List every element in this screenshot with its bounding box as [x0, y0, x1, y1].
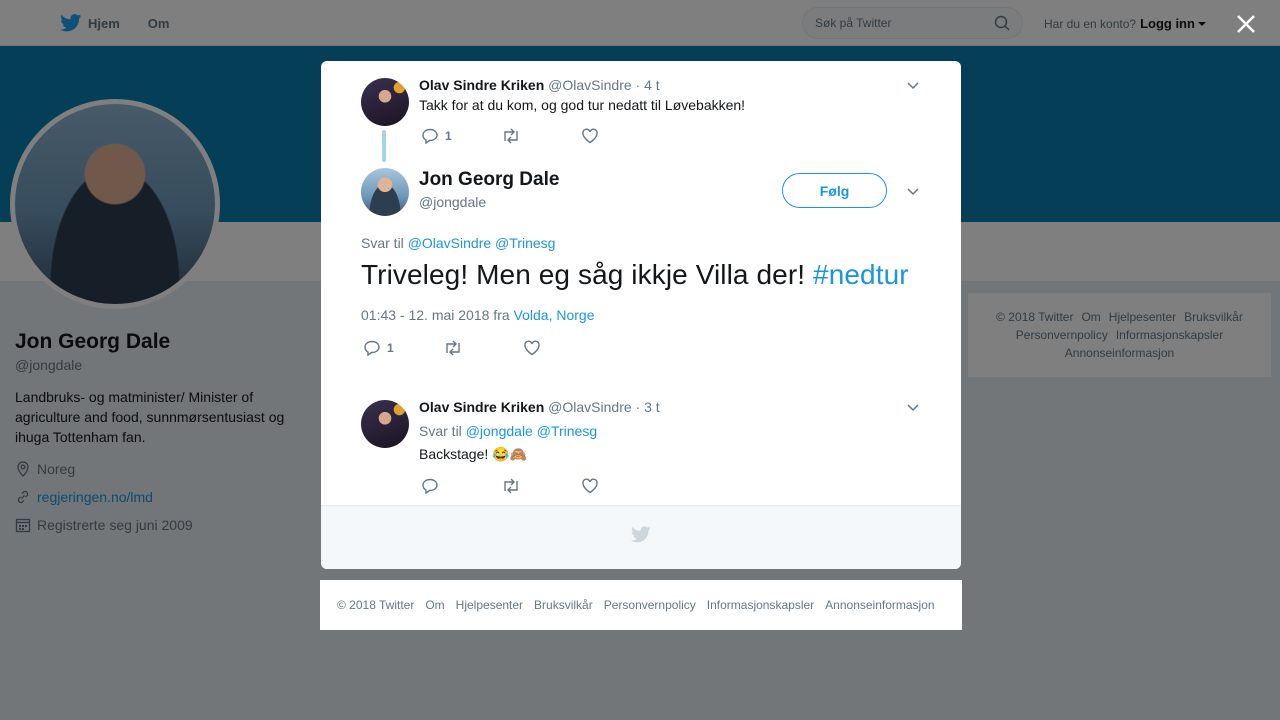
main-tweet-body: Triveleg! Men eg såg ikkje Villa der!: [361, 259, 806, 290]
avatar[interactable]: [361, 168, 409, 216]
chevron-down-icon[interactable]: [906, 400, 920, 414]
reply-icon: [422, 128, 438, 145]
footer-link[interactable]: Hjelpesenter: [456, 598, 523, 612]
reply-context: Svar til @OlavSindre @Trinesg: [361, 235, 555, 251]
chevron-down-icon[interactable]: [906, 78, 920, 92]
reply-tweet-text: Backstage! 😂🙈: [419, 446, 528, 462]
mention-link[interactable]: @Trinesg: [537, 423, 597, 439]
tweet-timestamp: 01:43 - 12. mai 2018 fra: [361, 307, 510, 323]
tweet-time[interactable]: · 3 t: [636, 399, 660, 415]
tweet-location[interactable]: Volda, Norge: [514, 307, 595, 323]
reply-prefix: Svar til: [419, 423, 462, 439]
retweet-icon: [504, 478, 518, 494]
footer-link[interactable]: Bruksvilkår: [534, 598, 593, 612]
thread-connector: [382, 130, 386, 162]
modal-bottom-footer: © 2018 Twitter Om Hjelpesenter Bruksvilk…: [320, 580, 962, 630]
retweet-button[interactable]: [501, 477, 581, 495]
mention-link[interactable]: @OlavSindre: [408, 235, 491, 251]
parent-tweet-actions: 1: [421, 127, 599, 145]
main-author-handle[interactable]: @jongdale: [419, 194, 486, 210]
reply-tweet-actions: [421, 477, 599, 495]
mention-link[interactable]: @jongdale: [466, 423, 533, 439]
hashtag-link[interactable]: #nedtur: [813, 259, 909, 290]
main-author-name[interactable]: Jon Georg Dale: [419, 169, 559, 191]
heart-icon: [582, 128, 598, 144]
author-handle[interactable]: @OlavSindre: [548, 77, 631, 93]
mention-link[interactable]: @Trinesg: [495, 235, 555, 251]
reply-context: Svar til @jongdale @Trinesg: [419, 423, 597, 439]
reply-button[interactable]: [421, 477, 501, 495]
heart-icon: [582, 478, 598, 494]
avatar[interactable]: [361, 78, 409, 126]
retweet-button[interactable]: [443, 339, 523, 357]
author-name[interactable]: Olav Sindre Kriken: [419, 399, 544, 415]
like-button[interactable]: [581, 477, 599, 495]
footer-link[interactable]: Personvernpolicy: [604, 598, 696, 612]
main-tweet-text: Triveleg! Men eg såg ikkje Villa der! #n…: [361, 259, 909, 291]
author-handle[interactable]: @OlavSindre: [548, 399, 631, 415]
parent-tweet-header: Olav Sindre Kriken @OlavSindre · 4 t: [419, 77, 660, 93]
like-button[interactable]: [581, 127, 599, 145]
reply-button[interactable]: 1: [421, 127, 501, 145]
retweet-icon: [504, 128, 518, 144]
heart-icon: [524, 340, 540, 356]
main-tweet-actions: 1: [363, 339, 541, 357]
avatar[interactable]: [361, 400, 409, 448]
tweet-meta: 01:43 - 12. mai 2018 fra Volda, Norge: [361, 307, 595, 323]
parent-tweet-text: Takk for at du kom, og god tur nedatt ti…: [419, 97, 746, 113]
footer-link[interactable]: Om: [425, 598, 444, 612]
author-name[interactable]: Olav Sindre Kriken: [419, 77, 544, 93]
reply-button[interactable]: 1: [363, 339, 443, 357]
reply-icon: [422, 478, 438, 495]
chevron-down-icon[interactable]: [906, 184, 920, 198]
footer-link[interactable]: Informasjonskapsler: [707, 598, 814, 612]
footer-link[interactable]: Annonseinformasjon: [825, 598, 934, 612]
reply-tweet-header: Olav Sindre Kriken @OlavSindre · 3 t: [419, 399, 660, 415]
like-button[interactable]: [523, 339, 541, 357]
tweet-time[interactable]: · 4 t: [636, 77, 660, 93]
reply-count: 1: [387, 341, 394, 355]
footer-link[interactable]: © 2018 Twitter: [337, 598, 414, 612]
twitter-bird-icon: [631, 526, 651, 543]
reply-icon: [364, 340, 380, 357]
retweet-icon: [446, 340, 460, 356]
modal-footer: [321, 505, 961, 569]
close-icon[interactable]: [1234, 12, 1258, 36]
retweet-button[interactable]: [501, 127, 581, 145]
tweet-modal: Olav Sindre Kriken @OlavSindre · 4 t Tak…: [321, 61, 961, 569]
reply-prefix: Svar til: [361, 235, 404, 251]
follow-button[interactable]: Følg: [782, 173, 887, 208]
reply-count: 1: [445, 129, 452, 143]
